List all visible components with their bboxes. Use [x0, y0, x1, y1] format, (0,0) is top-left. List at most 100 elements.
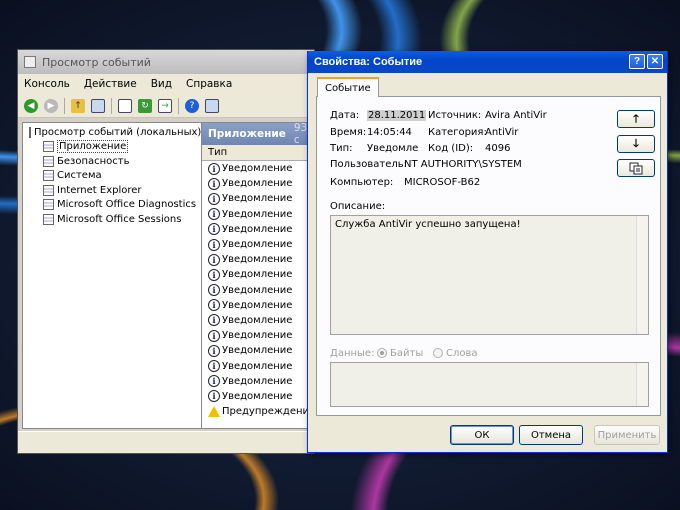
log-icon: [43, 155, 54, 167]
menu-view[interactable]: Вид: [151, 78, 172, 90]
menu-console[interactable]: Консоль: [24, 78, 70, 90]
ok-button[interactable]: ОК: [450, 425, 514, 445]
dialog-title: Свойства: Событие: [314, 56, 423, 68]
previous-event-button[interactable]: 🡑: [617, 110, 655, 128]
event-viewer-titlebar[interactable]: Просмотр событий: [18, 50, 314, 74]
event-row[interactable]: Предупреждение: [202, 404, 313, 419]
description-textbox[interactable]: Служба AntiVir успешно запущена!: [330, 215, 649, 335]
time-label: Время:: [330, 127, 367, 138]
info-icon: i: [208, 253, 220, 266]
refresh-icon[interactable]: ↻: [138, 98, 152, 113]
description-label: Описание:: [330, 201, 386, 212]
menu-help[interactable]: Справка: [186, 78, 232, 90]
event-row[interactable]: i Уведомление: [202, 313, 313, 328]
tree-item-label: Microsoft Office Diagnostics: [57, 199, 197, 211]
info-icon: i: [208, 344, 220, 357]
tree-item-label: Система: [57, 170, 102, 182]
bytes-radio[interactable]: Байты: [377, 348, 423, 359]
event-viewer-window: Просмотр событий Консоль Действие Вид Сп…: [17, 49, 315, 454]
event-viewer-body: Просмотр событий (локальных) Приложение …: [22, 122, 314, 429]
tree-root[interactable]: Просмотр событий (локальных): [29, 125, 201, 140]
info-icon: i: [208, 284, 220, 297]
computer-icon: [29, 126, 31, 138]
radio-selected-icon: [377, 348, 387, 358]
words-radio[interactable]: Слова: [433, 348, 478, 359]
forward-icon[interactable]: ▶: [44, 98, 58, 113]
info-icon: i: [208, 314, 220, 327]
event-row[interactable]: i Уведомление: [202, 267, 313, 282]
event-row[interactable]: i Уведомление: [202, 343, 313, 358]
event-viewer-app-icon: [24, 56, 36, 68]
info-icon: i: [208, 192, 220, 205]
event-viewer-title: Просмотр событий: [42, 55, 151, 69]
event-row[interactable]: i Уведомление: [202, 252, 313, 267]
event-viewer-toolbar: ◀ ▶ ↑ ↻ → ?: [18, 94, 314, 118]
event-row[interactable]: i Уведомление: [202, 191, 313, 206]
event-type-label: Уведомление: [222, 254, 293, 266]
tree-root-label: Просмотр событий (локальных): [34, 126, 202, 138]
event-row[interactable]: i Уведомление: [202, 389, 313, 404]
tree-item-label: Microsoft Office Sessions: [57, 213, 182, 225]
export-list-icon[interactable]: →: [158, 98, 172, 113]
log-tree: Просмотр событий (локальных) Приложение …: [22, 122, 202, 429]
event-row[interactable]: i Уведомление: [202, 207, 313, 222]
close-button[interactable]: ✕: [647, 54, 663, 69]
data-textbox[interactable]: [330, 362, 649, 407]
type-label: Тип:: [330, 143, 353, 154]
info-icon: i: [208, 268, 220, 281]
properties-icon[interactable]: [118, 98, 132, 113]
tree-item-office-sessions[interactable]: Microsoft Office Sessions: [29, 212, 201, 227]
cancel-button[interactable]: Отмена: [519, 425, 583, 445]
event-type-label: Уведомление: [222, 375, 293, 387]
radio-empty-icon: [433, 348, 443, 358]
next-event-button[interactable]: 🡓: [617, 135, 655, 153]
event-row[interactable]: i Уведомление: [202, 374, 313, 389]
tree-item-office-diagnostics[interactable]: Microsoft Office Diagnostics: [29, 198, 201, 213]
tree-item-label: Internet Explorer: [57, 184, 142, 196]
data-scrollbar[interactable]: [636, 363, 648, 406]
event-row[interactable]: i Уведомление: [202, 358, 313, 373]
event-row[interactable]: i Уведомление: [202, 237, 313, 252]
log-icon: [43, 141, 54, 153]
copy-button[interactable]: [617, 159, 655, 177]
info-icon: i: [208, 299, 220, 312]
info-icon: i: [208, 375, 220, 388]
help-icon[interactable]: ?: [185, 98, 199, 113]
tree-item-application[interactable]: Приложение: [29, 140, 201, 155]
event-type-label: Уведомление: [222, 163, 293, 175]
warning-icon: [208, 406, 220, 418]
event-type-label: Уведомление: [222, 330, 293, 342]
back-icon[interactable]: ◀: [24, 98, 38, 113]
event-type-label: Уведомление: [222, 314, 293, 326]
event-row[interactable]: i Уведомление: [202, 176, 313, 191]
info-icon: i: [208, 390, 220, 403]
event-row[interactable]: i Уведомление: [202, 222, 313, 237]
tab-event[interactable]: Событие: [317, 77, 379, 97]
dialog-titlebar[interactable]: Свойства: Событие ? ✕: [308, 51, 667, 73]
event-row[interactable]: i Уведомление: [202, 298, 313, 313]
apply-button[interactable]: Применить: [594, 425, 660, 445]
column-header-type[interactable]: Тип: [202, 145, 313, 161]
mmc-icon[interactable]: [205, 98, 219, 113]
tree-item-system[interactable]: Система: [29, 169, 201, 184]
up-folder-icon[interactable]: ↑: [71, 98, 85, 113]
computer-value: MICROSOF-B62: [404, 177, 481, 188]
tree-item-security[interactable]: Безопасность: [29, 154, 201, 169]
event-row[interactable]: i Уведомление: [202, 328, 313, 343]
date-label: Дата:: [330, 110, 360, 121]
type-value: Уведомле: [367, 143, 419, 154]
description-scrollbar[interactable]: [636, 216, 648, 334]
tree-item-internet-explorer[interactable]: Internet Explorer: [29, 183, 201, 198]
event-type-label: Уведомление: [222, 178, 293, 190]
bytes-radio-label: Байты: [390, 348, 424, 359]
toolbar-separator: [111, 97, 112, 114]
tree-item-label: Безопасность: [57, 155, 130, 167]
column-header-label: Тип: [208, 147, 228, 158]
data-label: Данные:: [330, 348, 375, 359]
show-hide-tree-icon[interactable]: [91, 98, 105, 113]
menu-action[interactable]: Действие: [84, 78, 137, 90]
help-button[interactable]: ?: [629, 54, 645, 69]
event-row[interactable]: i Уведомление: [202, 283, 313, 298]
event-row[interactable]: i Уведомление: [202, 161, 313, 176]
event-type-label: Уведомление: [222, 193, 293, 205]
